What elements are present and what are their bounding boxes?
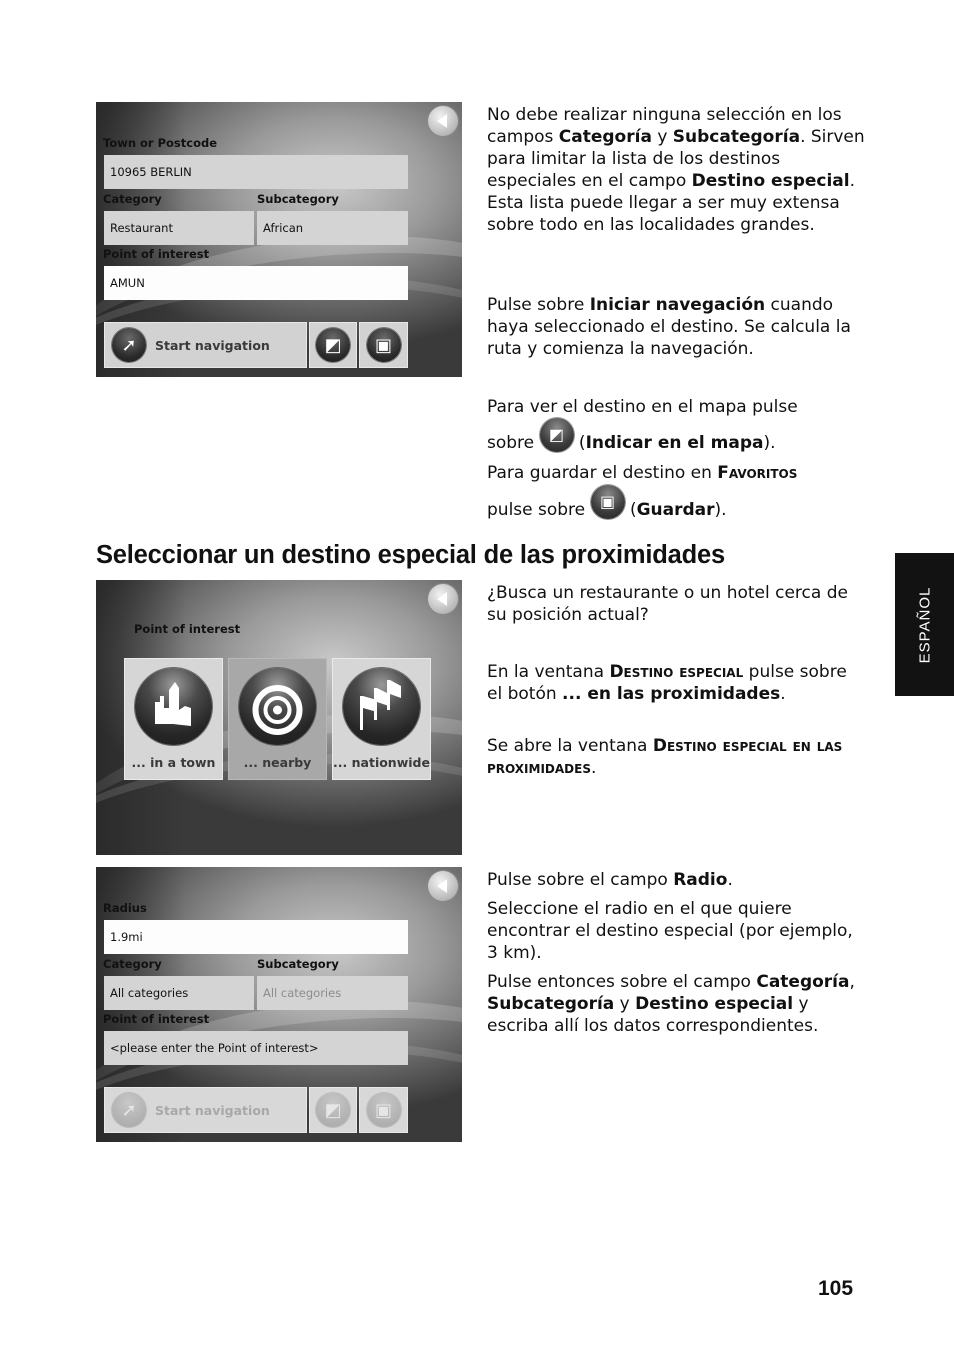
radius-field[interactable]: 1.9mi <box>104 920 408 954</box>
back-arrow-icon <box>437 879 447 893</box>
paragraph-enter-data: Pulse entonces sobre el campo Categoría,… <box>487 972 855 1036</box>
subcategory-label: Subcategory <box>257 192 339 206</box>
poi-title-label: Point of interest <box>134 622 241 636</box>
paragraph-search-nearby: ¿Busca un restaurante o un hotel cerca d… <box>487 583 848 625</box>
paragraph-save: Para guardar el destino en Favoritos <box>487 463 798 483</box>
paragraph-select-radius: Seleccione el radio en el que quiere enc… <box>487 899 853 963</box>
screenshot-poi-choice: Point of interest ... in a town ... near… <box>96 580 462 855</box>
option-nearby[interactable]: ... nearby <box>228 658 327 780</box>
option-nationwide[interactable]: ... nationwide <box>332 658 431 780</box>
town-label: Town or Postcode <box>103 136 218 150</box>
navigation-arrow-icon: ➚ <box>112 1093 146 1127</box>
show-on-map-button[interactable]: ◩ <box>309 1087 357 1133</box>
floppy-disk-icon: ▣ <box>590 485 625 519</box>
back-button[interactable] <box>428 871 458 901</box>
category-field[interactable]: Restaurant <box>104 211 254 245</box>
category-label: Category <box>103 192 162 206</box>
category-label: Category <box>103 957 162 971</box>
poi-field[interactable]: AMUN <box>104 266 408 300</box>
section-heading: Seleccionar un destino especial de las p… <box>96 541 725 569</box>
map-icon: ◩ <box>539 418 574 452</box>
paragraph-no-selection: No debe realizar ninguna selección en lo… <box>487 105 865 235</box>
poi-label: Point of interest <box>103 1012 210 1026</box>
map-icon: ◩ <box>316 1093 350 1127</box>
start-navigation-button[interactable]: ➚ Start navigation <box>104 1087 307 1133</box>
save-button[interactable]: ▣ <box>359 322 408 368</box>
back-button[interactable] <box>428 584 458 614</box>
screenshot-destination-form: Town or Postcode 10965 BERLIN Category S… <box>96 102 462 377</box>
back-arrow-icon <box>437 592 447 606</box>
show-on-map-button[interactable]: ◩ <box>309 322 357 368</box>
language-tab: ESPAÑOL <box>895 553 954 696</box>
navigation-arrow-icon: ➚ <box>112 328 146 362</box>
start-navigation-label: Start navigation <box>155 1102 270 1118</box>
paragraph-save-line2: pulse sobre ▣ (Guardar). <box>487 485 867 528</box>
start-navigation-button[interactable]: ➚ Start navigation <box>104 322 307 368</box>
paragraph-press-nearby: En la ventana Destino especial pulse sob… <box>487 662 847 704</box>
radius-label: Radius <box>103 901 147 915</box>
language-tab-label: ESPAÑOL <box>916 586 933 663</box>
option-label: ... in a town <box>131 755 216 770</box>
floppy-disk-icon: ▣ <box>366 1093 401 1127</box>
start-navigation-label: Start navigation <box>155 337 270 353</box>
back-arrow-icon <box>437 114 447 128</box>
screenshot-nearby-form: Radius 1.9mi Category Subcategory All ca… <box>96 867 462 1142</box>
town-field[interactable]: 10965 BERLIN <box>104 155 408 189</box>
paragraph-show-on-map: Para ver el destino en el mapa pulse <box>487 397 798 417</box>
page-number: 105 <box>818 1277 854 1300</box>
paragraph-window-opens: Se abre la ventana Destino especial en l… <box>487 736 843 778</box>
paragraph-show-on-map-line2: sobre ◩ (Indicar en el mapa). <box>487 418 867 461</box>
paragraph-start-navigation: Pulse sobre Iniciar navegación cuando ha… <box>487 295 851 359</box>
paragraph-press-radius: Pulse sobre el campo Radio. <box>487 870 733 890</box>
target-icon <box>239 668 316 745</box>
option-in-a-town[interactable]: ... in a town <box>124 658 223 780</box>
option-label: ... nationwide <box>333 755 430 770</box>
city-icon <box>135 668 212 745</box>
floppy-disk-icon: ▣ <box>366 328 401 362</box>
flags-icon <box>343 668 420 745</box>
poi-label: Point of interest <box>103 247 210 261</box>
save-button[interactable]: ▣ <box>359 1087 408 1133</box>
poi-field[interactable]: <please enter the Point of interest> <box>104 1031 408 1065</box>
map-icon: ◩ <box>316 328 350 362</box>
category-field[interactable]: All categories <box>104 976 254 1010</box>
back-button[interactable] <box>428 106 458 136</box>
subcategory-field[interactable]: All categories <box>257 976 408 1010</box>
subcategory-label: Subcategory <box>257 957 339 971</box>
option-label: ... nearby <box>243 755 312 770</box>
subcategory-field[interactable]: African <box>257 211 408 245</box>
